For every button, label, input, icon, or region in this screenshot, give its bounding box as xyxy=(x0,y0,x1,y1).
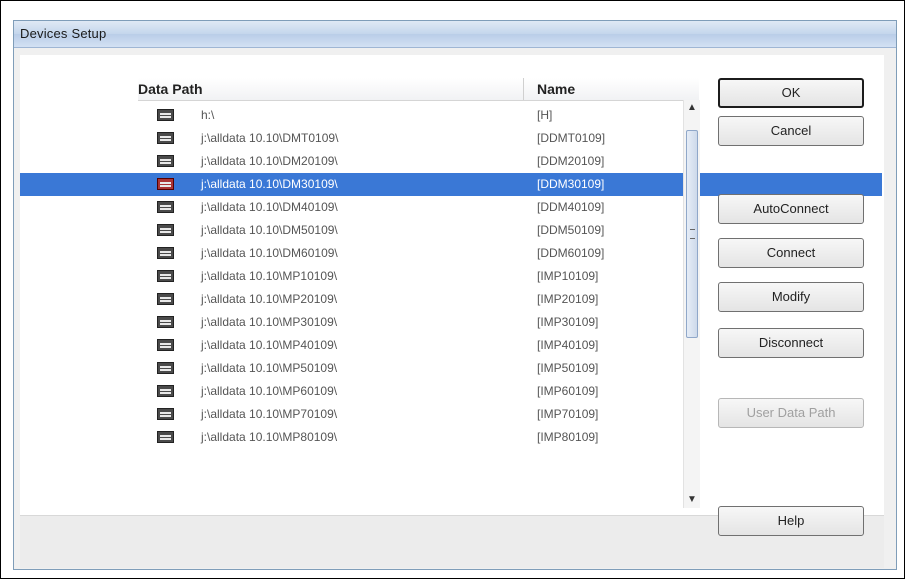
connect-button[interactable]: Connect xyxy=(718,238,864,268)
scroll-up-icon[interactable]: ▲ xyxy=(684,100,700,116)
list-rows: h:\ [H] j:\alldata 10.10\DMT0109\ [DDMT0109… xyxy=(138,104,683,449)
cancel-button[interactable]: Cancel xyxy=(718,116,864,146)
table-row[interactable]: j:\alldata 10.10\DM60109\ [DDM60109] xyxy=(138,242,683,265)
help-button[interactable]: Help xyxy=(718,506,864,536)
row-name: [IMP60109] xyxy=(537,384,599,398)
table-row[interactable]: j:\alldata 10.10\DMT0109\ [DDMT0109] xyxy=(138,127,683,150)
table-row[interactable]: j:\alldata 10.10\MP10109\ [IMP10109] xyxy=(138,265,683,288)
row-data-path: j:\alldata 10.10\MP30109\ xyxy=(201,315,338,329)
drive-icon xyxy=(157,293,174,305)
drive-icon xyxy=(157,316,174,328)
row-name: [IMP20109] xyxy=(537,292,599,306)
row-data-path: j:\alldata 10.10\MP60109\ xyxy=(201,384,338,398)
table-row[interactable]: j:\alldata 10.10\DM30109\ [DDM30109] xyxy=(138,173,683,196)
column-divider[interactable] xyxy=(523,78,524,100)
table-row[interactable]: j:\alldata 10.10\MP30109\ [IMP30109] xyxy=(138,311,683,334)
scroll-thumb[interactable] xyxy=(686,130,698,338)
row-name: [H] xyxy=(537,108,553,122)
table-row[interactable]: j:\alldata 10.10\MP70109\ [IMP70109] xyxy=(138,403,683,426)
row-data-path: j:\alldata 10.10\MP40109\ xyxy=(201,338,338,352)
row-data-path: j:\alldata 10.10\DM60109\ xyxy=(201,246,338,260)
table-row[interactable]: j:\alldata 10.10\DM20109\ [DDM20109] xyxy=(138,150,683,173)
user-data-path-button[interactable]: User Data Path xyxy=(718,398,864,428)
row-name: [IMP50109] xyxy=(537,361,599,375)
row-name: [IMP30109] xyxy=(537,315,599,329)
row-name: [DDM50109] xyxy=(537,223,605,237)
row-data-path: j:\alldata 10.10\MP20109\ xyxy=(201,292,338,306)
window-title: Devices Setup xyxy=(20,26,107,41)
devices-list[interactable]: Data Path Name h:\ [H] j:\alldata 10.10\DM… xyxy=(138,78,700,508)
drive-icon xyxy=(157,247,174,259)
row-data-path: j:\alldata 10.10\DMT0109\ xyxy=(201,131,339,145)
row-data-path: j:\alldata 10.10\DM50109\ xyxy=(201,223,338,237)
row-data-path: h:\ xyxy=(201,108,215,122)
row-name: [IMP80109] xyxy=(537,430,599,444)
drive-icon xyxy=(157,224,174,236)
modify-button[interactable]: Modify xyxy=(718,282,864,312)
scroll-down-icon[interactable]: ▼ xyxy=(684,492,700,508)
table-row[interactable]: j:\alldata 10.10\MP40109\ [IMP40109] xyxy=(138,334,683,357)
drive-icon xyxy=(157,178,174,190)
table-row[interactable]: j:\alldata 10.10\MP20109\ [IMP20109] xyxy=(138,288,683,311)
ok-button[interactable]: OK xyxy=(718,78,864,108)
table-row[interactable]: j:\alldata 10.10\MP50109\ [IMP50109] xyxy=(138,357,683,380)
row-name: [DDMT0109] xyxy=(537,131,606,145)
row-data-path: j:\alldata 10.10\MP50109\ xyxy=(201,361,338,375)
drive-icon xyxy=(157,155,174,167)
row-name: [IMP70109] xyxy=(537,407,599,421)
column-header-name[interactable]: Name xyxy=(537,81,575,97)
row-name: [DDM60109] xyxy=(537,246,605,260)
table-row[interactable]: j:\alldata 10.10\MP60109\ [IMP60109] xyxy=(138,380,683,403)
drive-icon xyxy=(157,270,174,282)
column-header-data-path[interactable]: Data Path xyxy=(138,81,203,97)
drive-icon xyxy=(157,408,174,420)
row-data-path: j:\alldata 10.10\DM20109\ xyxy=(201,154,338,168)
row-data-path: j:\alldata 10.10\DM40109\ xyxy=(201,200,338,214)
drive-icon xyxy=(157,431,174,443)
row-name: [DDM30109] xyxy=(537,177,605,191)
row-name: [DDM20109] xyxy=(537,154,605,168)
drive-icon xyxy=(157,362,174,374)
row-data-path: j:\alldata 10.10\MP80109\ xyxy=(201,430,338,444)
disconnect-button[interactable]: Disconnect xyxy=(718,328,864,358)
auto-connect-button[interactable]: AutoConnect xyxy=(718,194,864,224)
table-row[interactable]: j:\alldata 10.10\DM40109\ [DDM40109] xyxy=(138,196,683,219)
list-header: Data Path Name xyxy=(138,78,699,101)
title-bar[interactable]: Devices Setup xyxy=(14,21,896,48)
table-row[interactable]: j:\alldata 10.10\DM50109\ [DDM50109] xyxy=(138,219,683,242)
row-name: [DDM40109] xyxy=(537,200,605,214)
table-row[interactable]: h:\ [H] xyxy=(138,104,683,127)
vertical-scrollbar[interactable]: ▲ ▼ xyxy=(683,100,700,508)
row-data-path: j:\alldata 10.10\MP10109\ xyxy=(201,269,338,283)
row-name: [IMP10109] xyxy=(537,269,599,283)
drive-icon xyxy=(157,109,174,121)
drive-icon xyxy=(157,201,174,213)
row-data-path: j:\alldata 10.10\DM30109\ xyxy=(201,177,338,191)
table-row[interactable]: j:\alldata 10.10\MP80109\ [IMP80109] xyxy=(138,426,683,449)
drive-icon xyxy=(157,132,174,144)
row-name: [IMP40109] xyxy=(537,338,599,352)
drive-icon xyxy=(157,339,174,351)
row-data-path: j:\alldata 10.10\MP70109\ xyxy=(201,407,338,421)
drive-icon xyxy=(157,385,174,397)
